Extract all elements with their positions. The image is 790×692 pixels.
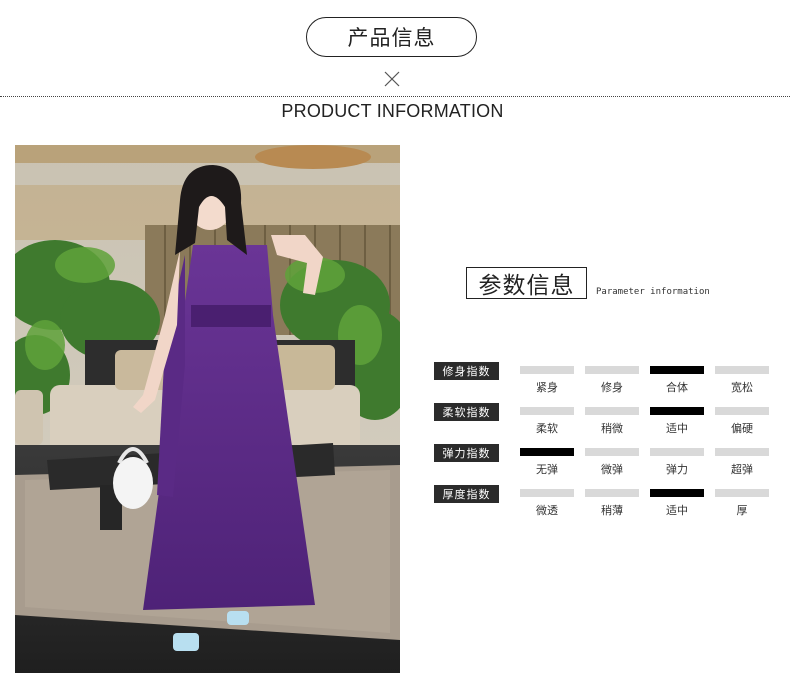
param-option: 宽松 bbox=[715, 366, 769, 395]
param-option-label: 适中 bbox=[666, 504, 688, 517]
param-option-label: 稍薄 bbox=[601, 504, 623, 517]
param-bar bbox=[650, 407, 704, 415]
param-bar bbox=[715, 366, 769, 374]
param-bar bbox=[520, 448, 574, 456]
param-option-label: 紧身 bbox=[536, 381, 558, 394]
param-option: 无弹 bbox=[520, 448, 574, 477]
param-bar bbox=[650, 489, 704, 497]
param-option-label: 适中 bbox=[666, 422, 688, 435]
param-row-label: 柔软指数 bbox=[434, 403, 499, 421]
param-bar bbox=[585, 407, 639, 415]
param-row-label: 厚度指数 bbox=[434, 485, 499, 503]
param-bar bbox=[585, 489, 639, 497]
parameter-info-subtitle: Parameter information bbox=[596, 287, 710, 297]
param-option-label: 微弹 bbox=[601, 463, 623, 476]
param-bar bbox=[520, 366, 574, 374]
param-option: 修身 bbox=[585, 366, 639, 395]
parameter-info-title: 参数信息 bbox=[466, 267, 587, 299]
param-option: 合体 bbox=[650, 366, 704, 395]
section-title-pill: 产品信息 bbox=[306, 17, 477, 57]
param-row-fit: 修身指数 紧身 修身 合体 宽松 bbox=[434, 362, 774, 396]
product-information-heading: PRODUCT INFORMATION bbox=[281, 101, 504, 121]
param-option-label: 合体 bbox=[666, 381, 688, 394]
param-option-label: 厚 bbox=[736, 504, 748, 517]
param-row-softness: 柔软指数 柔软 稍微 适中 偏硬 bbox=[434, 403, 774, 437]
param-option: 微透 bbox=[520, 489, 574, 518]
param-option: 厚 bbox=[715, 489, 769, 518]
model-photo bbox=[15, 145, 400, 673]
param-option-label: 无弹 bbox=[536, 463, 558, 476]
param-bar bbox=[650, 448, 704, 456]
param-bar bbox=[585, 448, 639, 456]
param-option: 稍微 bbox=[585, 407, 639, 436]
param-row-thickness: 厚度指数 微透 稍薄 适中 厚 bbox=[434, 485, 774, 519]
param-row-label: 修身指数 bbox=[434, 362, 499, 380]
param-option: 偏硬 bbox=[715, 407, 769, 436]
param-bar bbox=[715, 489, 769, 497]
param-option-label: 弹力 bbox=[666, 463, 688, 476]
dotted-divider bbox=[0, 96, 790, 97]
param-option-label: 宽松 bbox=[731, 381, 753, 394]
param-option-label: 超弹 bbox=[731, 463, 753, 476]
param-option: 柔软 bbox=[520, 407, 574, 436]
param-option: 弹力 bbox=[650, 448, 704, 477]
param-option-label: 偏硬 bbox=[731, 422, 753, 435]
param-option-label: 柔软 bbox=[536, 422, 558, 435]
param-row-label: 弹力指数 bbox=[434, 444, 499, 462]
param-bar bbox=[520, 407, 574, 415]
param-bar bbox=[715, 407, 769, 415]
param-bar bbox=[520, 489, 574, 497]
param-bar bbox=[585, 366, 639, 374]
param-option-label: 微透 bbox=[536, 504, 558, 517]
param-bar bbox=[715, 448, 769, 456]
param-option: 适中 bbox=[650, 489, 704, 518]
param-option-label: 稍微 bbox=[601, 422, 623, 435]
param-option: 超弹 bbox=[715, 448, 769, 477]
close-cross-icon bbox=[384, 71, 400, 87]
param-bar bbox=[650, 366, 704, 374]
param-option: 适中 bbox=[650, 407, 704, 436]
param-option-label: 修身 bbox=[601, 381, 623, 394]
param-option: 微弹 bbox=[585, 448, 639, 477]
param-option: 稍薄 bbox=[585, 489, 639, 518]
param-option: 紧身 bbox=[520, 366, 574, 395]
param-row-elasticity: 弹力指数 无弹 微弹 弹力 超弹 bbox=[434, 444, 774, 478]
